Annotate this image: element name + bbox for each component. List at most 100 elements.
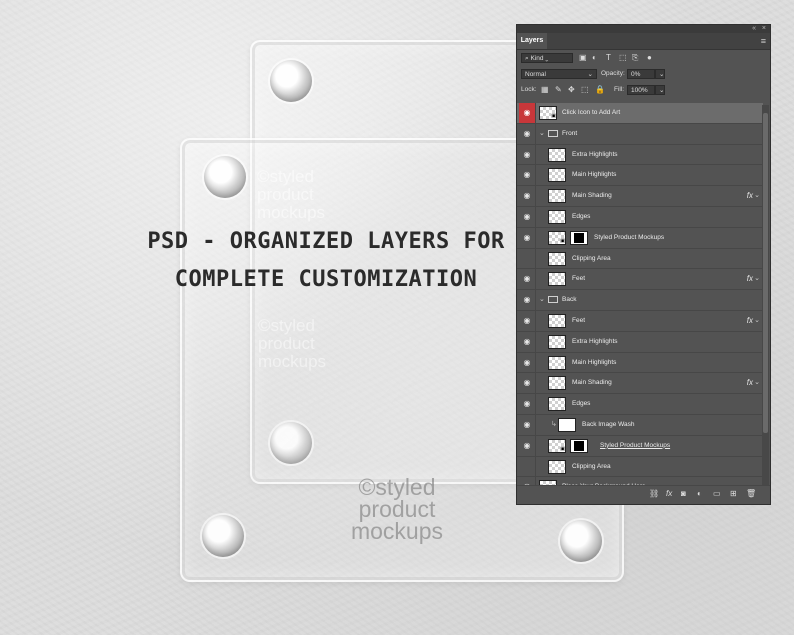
eye-icon[interactable]: ◉ bbox=[519, 373, 536, 394]
layer-front-edges[interactable]: ◉ Edges bbox=[517, 206, 763, 228]
fill-dropdown[interactable]: ⌄ bbox=[655, 85, 665, 95]
chevron-down-icon[interactable]: ⌄ bbox=[754, 186, 760, 206]
type-filter-icon[interactable]: T bbox=[606, 50, 611, 66]
coaster-foot bbox=[204, 156, 246, 198]
layer-front-clipping-area[interactable]: Clipping Area bbox=[517, 248, 763, 270]
eye-icon[interactable]: ◉ bbox=[519, 186, 536, 207]
layer-back-feet[interactable]: ◉ Feet fx ⌄ bbox=[517, 310, 763, 332]
layer-thumbnail[interactable] bbox=[548, 459, 566, 474]
layer-thumbnail[interactable] bbox=[558, 417, 576, 432]
smart-object-filter-icon[interactable]: ⎘ bbox=[632, 50, 638, 66]
layer-front-feet[interactable]: ◉ Feet fx ⌄ bbox=[517, 269, 763, 291]
eye-icon[interactable]: ◉ bbox=[519, 103, 536, 123]
chevron-down-icon[interactable]: ⌄ bbox=[539, 290, 545, 310]
new-group-icon[interactable]: ▭ bbox=[713, 489, 721, 499]
layer-group-front[interactable]: ◉ ⌄ Front bbox=[517, 123, 763, 145]
trash-icon[interactable]: 🗑 bbox=[746, 489, 756, 499]
layer-back-extra-highlights[interactable]: ◉ Extra Highlights bbox=[517, 331, 763, 353]
eye-icon[interactable]: ◉ bbox=[519, 165, 536, 186]
filter-toggle-icon[interactable]: ● bbox=[647, 50, 652, 66]
chevron-down-icon[interactable]: ⌄ bbox=[754, 311, 760, 331]
layer-thumbnail[interactable] bbox=[548, 397, 566, 412]
eye-icon[interactable]: ◉ bbox=[519, 414, 536, 435]
layers-scrollbar[interactable] bbox=[762, 105, 769, 485]
new-layer-icon[interactable]: ⊞ bbox=[730, 489, 737, 499]
fill-input[interactable]: 100% bbox=[627, 85, 655, 95]
kind-filter-select[interactable]: ⌕ Kind ⌄ bbox=[521, 53, 573, 63]
layer-thumbnail[interactable] bbox=[548, 313, 566, 328]
layer-mask-thumbnail[interactable] bbox=[570, 230, 588, 245]
link-layers-icon[interactable]: ⛓ bbox=[649, 489, 659, 499]
layer-back-main-highlights[interactable]: ◉ Main Highlights bbox=[517, 352, 763, 374]
eye-icon[interactable]: ◉ bbox=[519, 331, 536, 352]
layer-front-main-highlights[interactable]: ◉ Main Highlights bbox=[517, 165, 763, 187]
layer-thumbnail[interactable] bbox=[548, 251, 566, 266]
eye-icon[interactable]: ◉ bbox=[519, 310, 536, 331]
lock-transparent-icon[interactable]: ▦ bbox=[541, 82, 549, 98]
headline-line-1: PSD - Organized Layers for bbox=[147, 229, 505, 254]
layer-thumbnail[interactable]: ▣ bbox=[548, 230, 566, 245]
lock-all-icon[interactable]: 🔒 bbox=[595, 82, 605, 98]
fx-icon[interactable]: fx bbox=[747, 311, 753, 331]
layer-front-main-shading[interactable]: ◉ Main Shading fx ⌄ bbox=[517, 186, 763, 207]
fx-icon[interactable]: fx bbox=[747, 186, 753, 206]
lock-position-icon[interactable]: ✥ bbox=[568, 82, 575, 98]
blend-mode-select[interactable]: Normal ⌄ bbox=[521, 69, 597, 79]
eye-icon[interactable]: ◉ bbox=[519, 123, 536, 144]
layer-thumbnail[interactable] bbox=[548, 355, 566, 370]
opacity-dropdown[interactable]: ⌄ bbox=[655, 69, 665, 79]
add-mask-icon[interactable]: ◙ bbox=[681, 489, 686, 499]
layer-click-icon-to-add-art[interactable]: ◉ ▣ Click Icon to Add Art bbox=[517, 103, 763, 124]
layer-thumbnail[interactable] bbox=[548, 272, 566, 287]
layer-back-main-shading[interactable]: ◉ Main Shading fx ⌄ bbox=[517, 373, 763, 395]
eye-icon[interactable]: ◉ bbox=[519, 352, 536, 373]
layer-thumbnail[interactable] bbox=[548, 168, 566, 183]
lock-row: Lock: ▦ ✎ ✥ ⬚ 🔒 Fill: 100% ⌄ bbox=[517, 82, 770, 98]
layer-thumbnail[interactable] bbox=[548, 376, 566, 391]
chevron-down-icon[interactable]: ⌄ bbox=[754, 269, 760, 289]
layer-back-clipping-area[interactable]: Clipping Area bbox=[517, 456, 763, 478]
eye-icon[interactable]: ◉ bbox=[519, 206, 536, 227]
chevron-down-icon[interactable]: ⌄ bbox=[539, 124, 545, 144]
layer-front-styled-product-mockups[interactable]: ◉ ▣ Styled Product Mockups bbox=[517, 227, 763, 249]
pixel-filter-icon[interactable]: ▣ bbox=[579, 50, 587, 66]
layer-thumbnail[interactable] bbox=[548, 209, 566, 224]
eye-icon[interactable]: ◉ bbox=[519, 290, 536, 311]
layer-mask-thumbnail[interactable] bbox=[570, 438, 588, 453]
layer-front-extra-highlights[interactable]: ◉ Extra Highlights bbox=[517, 144, 763, 166]
shape-filter-icon[interactable]: ⬚ bbox=[619, 50, 627, 66]
layer-back-image-wash[interactable]: ◉ ↳ Back Image Wash bbox=[517, 414, 763, 436]
eye-icon[interactable]: ◉ bbox=[519, 227, 536, 248]
layer-back-styled-product-mockups[interactable]: ◉ ▣ Styled Product Mockups bbox=[517, 435, 763, 457]
add-style-icon[interactable]: fx bbox=[666, 489, 672, 499]
coaster-foot bbox=[270, 60, 312, 102]
tab-layers[interactable]: Layers bbox=[517, 33, 547, 49]
layer-thumbnail[interactable] bbox=[548, 189, 566, 204]
eye-hidden-icon[interactable] bbox=[519, 456, 536, 477]
fx-icon[interactable]: fx bbox=[747, 373, 753, 393]
panel-menu-icon[interactable]: ≡ bbox=[761, 36, 766, 46]
eye-icon[interactable]: ◉ bbox=[519, 269, 536, 290]
lock-image-icon[interactable]: ✎ bbox=[555, 82, 562, 98]
collapse-icon[interactable]: « bbox=[752, 25, 756, 33]
layer-back-edges[interactable]: ◉ Edges bbox=[517, 394, 763, 415]
adjustment-layer-icon[interactable]: ◐ bbox=[697, 489, 702, 499]
layer-group-back[interactable]: ◉ ⌄ Back bbox=[517, 290, 763, 311]
lock-artboard-icon[interactable]: ⬚ bbox=[581, 82, 589, 98]
eye-icon[interactable]: ◉ bbox=[519, 394, 536, 415]
scrollbar-thumb[interactable] bbox=[763, 113, 768, 433]
panel-title-bar[interactable]: « × bbox=[517, 25, 770, 33]
eye-hidden-icon[interactable] bbox=[519, 248, 536, 269]
layer-thumbnail[interactable]: ▣ bbox=[548, 438, 566, 453]
adjustment-filter-icon[interactable]: ◐ bbox=[592, 50, 597, 66]
opacity-input[interactable]: 0% bbox=[627, 69, 655, 79]
eye-icon[interactable]: ◉ bbox=[519, 435, 536, 456]
eye-icon[interactable]: ◉ bbox=[519, 144, 536, 165]
chevron-down-icon[interactable]: ⌄ bbox=[754, 373, 760, 393]
layer-thumbnail[interactable] bbox=[548, 147, 566, 162]
layer-thumbnail[interactable]: ▣ bbox=[539, 106, 557, 120]
layer-thumbnail[interactable] bbox=[548, 334, 566, 349]
fill-label: Fill: bbox=[614, 86, 625, 93]
close-icon[interactable]: × bbox=[762, 25, 766, 33]
fx-icon[interactable]: fx bbox=[747, 269, 753, 289]
